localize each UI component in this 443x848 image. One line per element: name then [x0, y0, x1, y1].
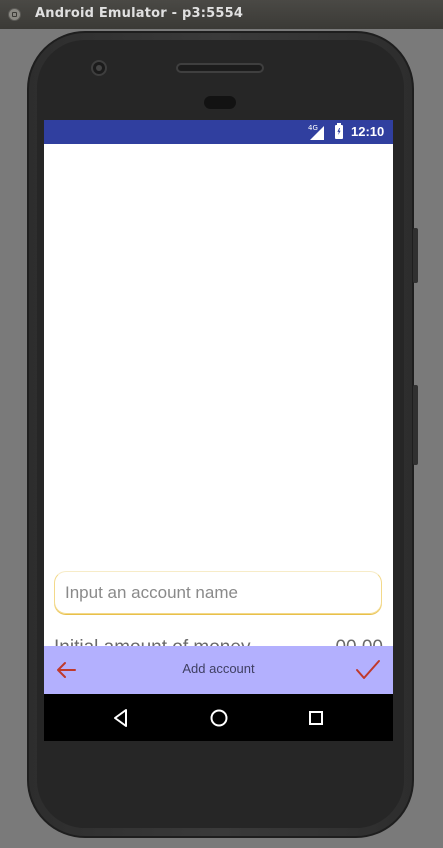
window-title: Android Emulator - p3:5554 [35, 6, 244, 21]
account-name-input[interactable] [55, 572, 381, 613]
window-titlebar: Android Emulator - p3:5554 [0, 0, 443, 29]
power-button[interactable] [413, 385, 418, 465]
status-clock: 12:10 [351, 124, 385, 139]
proximity-sensor [204, 96, 236, 109]
front-camera-icon [91, 60, 107, 76]
phone-screen: 4G 12:10 Initial amount of money 00.00 A… [44, 120, 393, 741]
battery-charging-icon [335, 123, 343, 139]
square-recents-icon[interactable] [305, 707, 327, 729]
window-close-button[interactable] [8, 8, 21, 21]
bottom-action-bar: Add account [44, 646, 393, 694]
bottom-bar-title: Add account [182, 661, 255, 676]
earpiece-speaker [176, 63, 264, 73]
content-area: Initial amount of money 00.00 [44, 144, 393, 658]
checkmark-icon[interactable] [355, 658, 381, 682]
circle-home-icon[interactable] [208, 707, 230, 729]
status-bar: 4G 12:10 [44, 120, 393, 144]
system-nav-bar [44, 694, 393, 741]
triangle-back-icon[interactable] [110, 707, 132, 729]
volume-button[interactable] [413, 228, 418, 283]
account-name-field[interactable] [54, 571, 382, 614]
signal-icon [310, 126, 324, 140]
